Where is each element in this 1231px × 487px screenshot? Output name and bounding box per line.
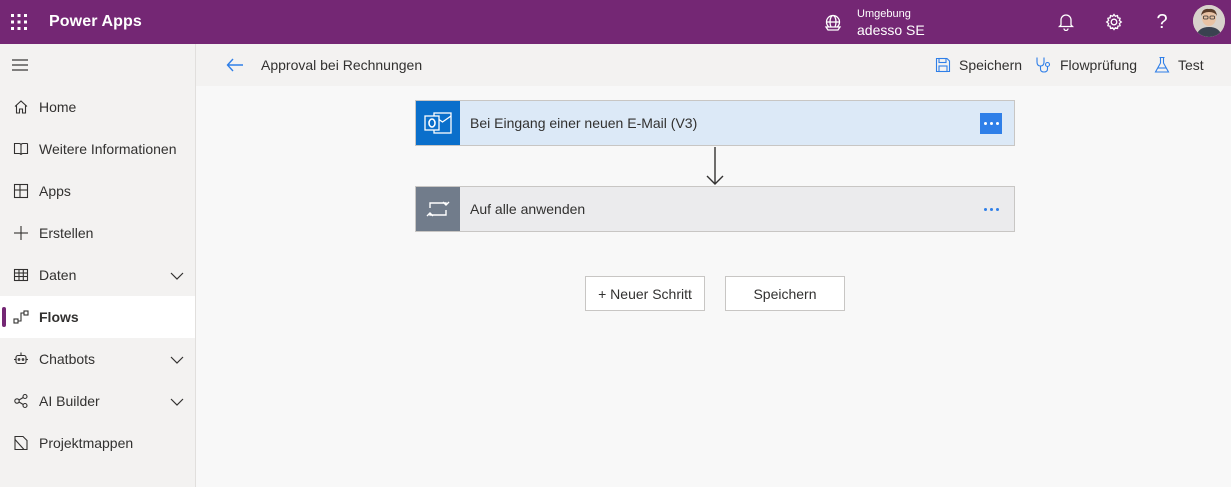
more-options-icon[interactable]: [980, 199, 1002, 220]
apps-icon: [12, 182, 30, 200]
sidebar-item-chatbots[interactable]: Chatbots: [0, 338, 195, 380]
environment-label: Umgebung: [857, 7, 911, 20]
app-title[interactable]: Power Apps: [49, 13, 142, 31]
save-command-button[interactable]: Speichern: [935, 44, 1022, 86]
flow-icon: [12, 308, 30, 326]
sidebar-item-label: Flows: [39, 309, 79, 325]
chevron-down-icon[interactable]: [170, 352, 184, 368]
connector-arrow-icon: [706, 147, 724, 185]
chevron-down-icon[interactable]: [170, 268, 184, 284]
ai-icon: [12, 392, 30, 410]
environment-name: adesso SE: [857, 21, 925, 38]
chevron-down-icon[interactable]: [170, 394, 184, 410]
sidebar-item-weitere-informationen[interactable]: Weitere Informationen: [0, 128, 195, 170]
sidebar-item-flows[interactable]: Flows: [0, 296, 195, 338]
sidebar-item-erstellen[interactable]: Erstellen: [0, 212, 195, 254]
save-button[interactable]: Speichern: [725, 276, 845, 311]
book-icon: [12, 140, 30, 158]
step-title: Bei Eingang einer neuen E-Mail (V3): [470, 115, 698, 131]
environment-text: Umgebung adesso SE: [857, 8, 925, 37]
main-content: Approval bei Rechnungen Speichern Flowpr…: [196, 44, 1231, 487]
flow-checker-label: Flowprüfung: [1060, 57, 1138, 73]
stethoscope-icon: [1034, 56, 1052, 74]
sidebar-item-label: Apps: [39, 183, 71, 199]
help-glyph: ?: [1156, 10, 1168, 33]
back-arrow-icon[interactable]: [224, 55, 246, 75]
top-bar: Power Apps Umgebung adesso SE ?: [0, 0, 1231, 44]
more-options-icon[interactable]: [980, 113, 1002, 134]
table-icon: [12, 266, 30, 284]
flow-title: Approval bei Rechnungen: [261, 57, 423, 73]
waffle-icon[interactable]: [0, 0, 41, 44]
plus-icon: [12, 224, 30, 242]
new-step-button[interactable]: + Neuer Schritt: [585, 276, 705, 311]
sidebar-item-apps[interactable]: Apps: [0, 170, 195, 212]
solution-icon: [12, 434, 30, 452]
environment-icon: [822, 11, 844, 33]
sidebar-item-daten[interactable]: Daten: [0, 254, 195, 296]
test-button[interactable]: Test: [1154, 44, 1204, 86]
sidebar-item-projektmappen[interactable]: Projektmappen: [0, 422, 195, 464]
sidebar-item-label: Chatbots: [39, 351, 96, 367]
flow-step-apply-to-each[interactable]: Auf alle anwenden: [415, 186, 1015, 232]
command-bar: Approval bei Rechnungen Speichern Flowpr…: [196, 44, 1231, 86]
bot-icon: [12, 350, 30, 368]
sidebar: Home Weitere Informationen Apps Erstelle…: [0, 44, 196, 487]
sidebar-item-home[interactable]: Home: [0, 86, 195, 128]
flask-icon: [1154, 56, 1170, 74]
loop-icon: [416, 187, 460, 231]
hamburger-icon[interactable]: [0, 44, 195, 86]
step-title: Auf alle anwenden: [470, 201, 586, 217]
sidebar-item-label: Daten: [39, 267, 77, 283]
sidebar-item-label: Home: [39, 99, 77, 115]
sidebar-item-label: Projektmappen: [39, 435, 134, 451]
outlook-icon: [416, 101, 460, 145]
help-icon[interactable]: ?: [1140, 0, 1184, 44]
home-icon: [12, 98, 30, 116]
sidebar-item-label: Weitere Informationen: [39, 141, 177, 157]
gear-icon[interactable]: [1092, 0, 1136, 44]
flow-step-trigger[interactable]: Bei Eingang einer neuen E-Mail (V3): [415, 100, 1015, 146]
sidebar-item-label: AI Builder: [39, 393, 100, 409]
sidebar-item-label: Erstellen: [39, 225, 94, 241]
flow-canvas: Bei Eingang einer neuen E-Mail (V3) Auf …: [196, 86, 1231, 487]
bell-icon[interactable]: [1044, 0, 1088, 44]
sidebar-item-ai-builder[interactable]: AI Builder: [0, 380, 195, 422]
save-icon: [935, 57, 951, 73]
avatar[interactable]: [1193, 5, 1225, 37]
test-label: Test: [1178, 57, 1204, 73]
save-command-label: Speichern: [959, 57, 1023, 73]
environment-picker[interactable]: Umgebung adesso SE: [822, 0, 925, 44]
flow-checker-button[interactable]: Flowprüfung: [1034, 44, 1137, 86]
